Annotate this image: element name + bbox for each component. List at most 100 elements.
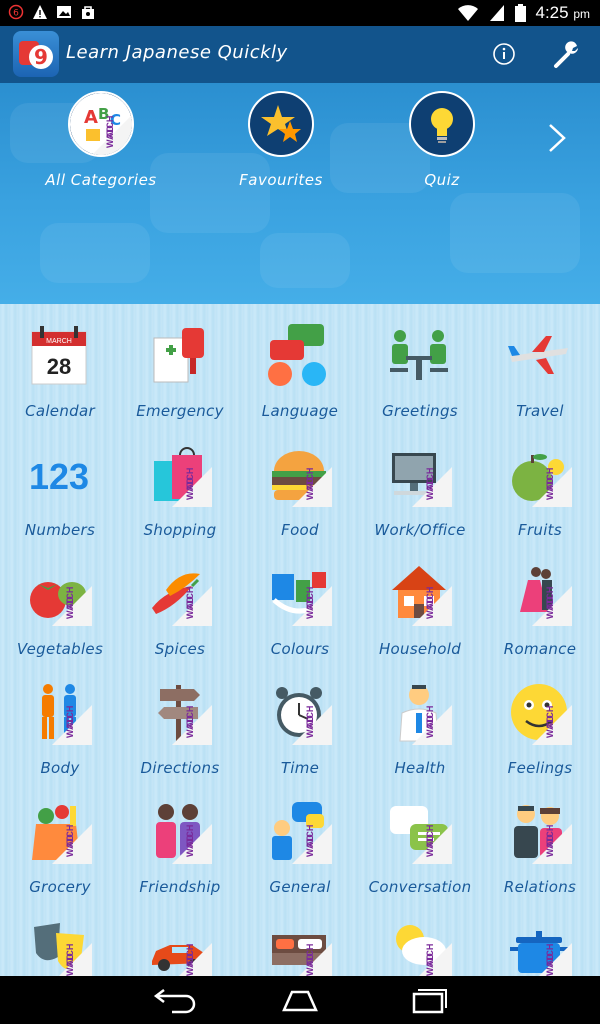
watch-ad-badge: WATCH AD [52,705,92,745]
category-label: Feelings [507,759,573,777]
category-romance[interactable]: WATCH AD Romance [480,542,600,661]
hero-label: All Categories [45,171,157,189]
category-label: Food [281,521,319,539]
category-label: Directions [140,759,220,777]
category-kitchen[interactable]: WATCH AD [480,899,600,976]
warning-icon [33,5,47,19]
stars-icon [248,91,314,157]
wrench-icon[interactable] [550,38,584,72]
category-food[interactable]: WATCH AD Food [240,423,360,542]
watch-ad-badge: WATCH AD [172,943,212,976]
watch-ad-badge: WATCH AD [292,586,332,626]
category-vegetables[interactable]: WATCH AD Vegetables [0,542,120,661]
hero-favourites[interactable]: Favourites [211,91,351,201]
bag-notification-icon [82,6,94,19]
watch-ad-badge: WATCH AD [532,586,572,626]
category-colours[interactable]: WATCH AD Colours [240,542,360,661]
category-label: General [269,878,331,896]
category-language[interactable]: Language [240,304,360,423]
category-fruits[interactable]: WATCH AD Fruits [480,423,600,542]
category-work-office[interactable]: WATCH AD Work/Office [360,423,480,542]
category-spices[interactable]: WATCH AD Spices [120,542,240,661]
battery-icon [514,4,526,22]
app-logo-icon: 9 [19,41,53,69]
navigation-bar [0,976,600,1024]
app-logo: 9 [13,31,59,77]
hero-all-categories[interactable]: A B C WATCH AD All Categories [31,91,171,201]
category-transport[interactable]: WATCH AD [120,899,240,976]
category-numbers[interactable]: 123 Numbers [0,423,120,542]
category-relations[interactable]: WATCH AD Relations [480,780,600,899]
category-label: Fruits [518,521,562,539]
hero-banner: A B C WATCHAD All Categories Favourites [0,83,600,304]
category-grid: MARCH 28 Calendar Emergency Language Gre… [0,304,600,976]
category-time[interactable]: WATCH AD Time [240,661,360,780]
back-icon[interactable] [142,984,202,1016]
category-feelings[interactable]: WATCH AD Feelings [480,661,600,780]
category-label: Work/Office [374,521,466,539]
category-household[interactable]: WATCH AD Household [360,542,480,661]
category-general[interactable]: WATCH AD General [240,780,360,899]
info-icon[interactable] [490,40,518,68]
app-title: Learn Japanese Quickly [66,42,288,63]
hero-label: Favourites [239,171,323,189]
wifi-icon [457,5,478,21]
calendar-day: 28 [47,354,71,379]
category-label: Relations [503,878,577,896]
chevron-right-icon[interactable] [544,121,570,155]
category-bedroom[interactable]: WATCH AD [240,899,360,976]
status-time: 4:25 pm [535,3,591,22]
home-icon[interactable] [270,984,330,1016]
category-label: Friendship [139,878,221,896]
category-shopping[interactable]: WATCH AD Shopping [120,423,240,542]
category-greetings[interactable]: Greetings [360,304,480,423]
category-grocery[interactable]: WATCH AD Grocery [0,780,120,899]
category-label: Numbers [24,521,96,539]
category-label: Shopping [143,521,217,539]
watch-ad-badge: WATCH AD [532,705,572,745]
category-travel[interactable]: Travel [480,304,600,423]
category-theatre[interactable]: WATCH AD [0,899,120,976]
numbers-icon-text: 123 [29,456,89,497]
calendar-icon: MARCH 28 [31,326,87,385]
category-label: Calendar [25,402,95,420]
category-friendship[interactable]: WATCH AD Friendship [120,780,240,899]
watch-ad-badge: WATCH AD [292,943,332,976]
category-label: Conversation [368,878,472,896]
watch-ad-badge: WATCH AD [292,824,332,864]
category-weather[interactable]: WATCH AD [360,899,480,976]
watch-ad-badge: WATCH AD [52,824,92,864]
category-label: Vegetables [16,640,104,658]
category-directions[interactable]: WATCH AD Directions [120,661,240,780]
category-label: Body [40,759,80,777]
speech-bubbles-icon [268,324,326,386]
category-health[interactable]: WATCH AD Health [360,661,480,780]
category-label: Language [261,402,339,420]
numbers-icon: 123 [29,456,89,497]
watch-ad-badge: WATCH AD [172,586,212,626]
category-label: Emergency [136,402,224,420]
category-emergency[interactable]: Emergency [120,304,240,423]
watch-ad-badge: WATCH AD [412,467,452,507]
signal-icon [489,5,504,21]
recents-icon[interactable] [398,984,458,1016]
watch-ad-badge: WATCH AD [172,824,212,864]
category-label: Health [394,759,446,777]
hero-quiz[interactable]: Quiz [372,91,512,201]
category-calendar[interactable]: MARCH 28 Calendar [0,304,120,423]
image-notification-icon [57,6,71,18]
svg-text:6: 6 [13,9,19,19]
action-bar: 9 Learn Japanese Quickly [0,26,600,83]
watch-ad-badge: WATCH AD [292,705,332,745]
watch-ad-badge: WATCH AD [52,943,92,976]
category-label: Grocery [29,878,91,896]
watch-ad-badge: WATCH AD [412,586,452,626]
hero-label: Quiz [424,171,460,189]
category-conversation[interactable]: WATCH AD Conversation [360,780,480,899]
svg-text:9: 9 [34,45,48,69]
category-body[interactable]: WATCH AD Body [0,661,120,780]
lightbulb-icon [409,91,475,157]
category-label: Romance [503,640,577,658]
notification-badge-icon: 6 [8,4,24,20]
watch-ad-badge: WATCH AD [172,467,212,507]
